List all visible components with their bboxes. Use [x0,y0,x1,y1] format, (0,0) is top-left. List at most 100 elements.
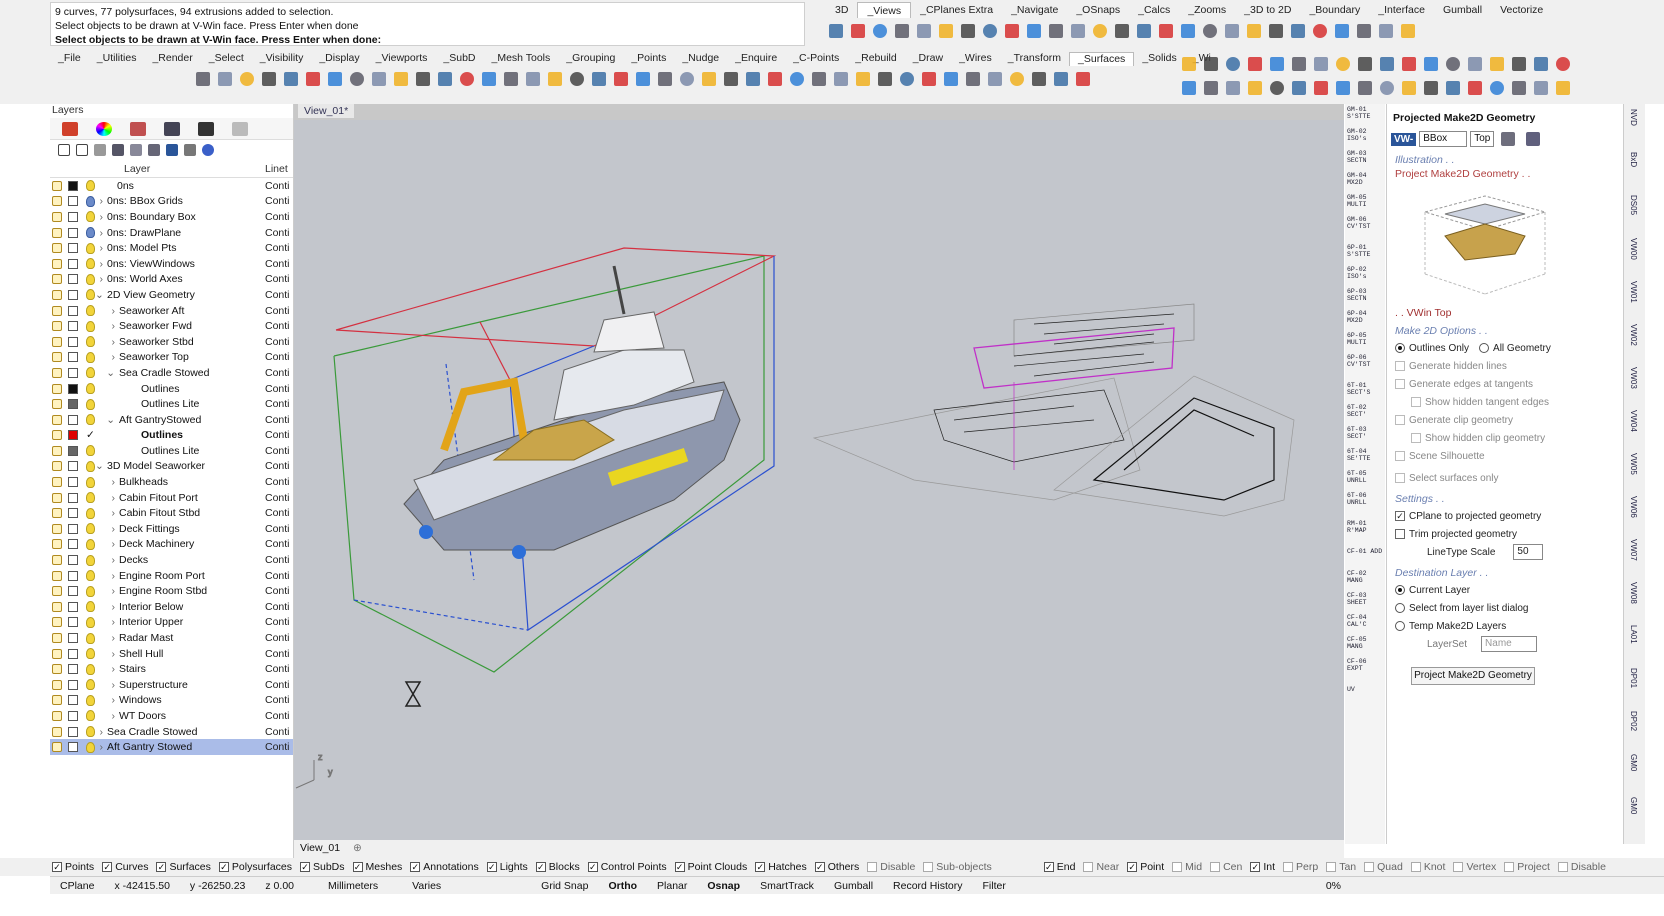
expand-chevron-icon[interactable]: › [95,492,119,504]
view-tool-icon[interactable] [1310,21,1330,41]
layer-color-swatch[interactable] [68,664,78,675]
tool-icon[interactable] [633,69,653,89]
tool-icon[interactable] [1509,78,1529,98]
visibility-bulb-icon[interactable] [86,679,95,691]
layer-row[interactable]: › Interior Upper Conti [50,615,293,631]
layer-column-label[interactable]: Layer [124,163,265,175]
osnap-checkbox[interactable] [1364,862,1375,872]
expand-chevron-icon[interactable]: › [95,570,119,582]
osnap-chip[interactable]: ✓ End [1043,861,1075,873]
workbench-tab[interactable]: _Boundary [1300,2,1369,18]
osnap-chip[interactable]: ✓ Points [52,861,94,873]
visibility-bulb-icon[interactable] [86,383,95,395]
trim-projected-checkbox[interactable] [1395,529,1405,539]
visibility-bulb-icon[interactable] [86,367,95,379]
layer-color-swatch[interactable] [68,601,78,612]
help-icon[interactable] [202,144,214,156]
menu-tab[interactable]: _Transform [1000,52,1069,66]
tool-icon[interactable] [985,69,1005,89]
layer-color-swatch[interactable] [68,508,78,519]
layer-row[interactable]: › Sea Cradle Stowed Conti [50,724,293,740]
show-hidden-tangent-checkbox[interactable] [1411,397,1421,407]
layer-linetype[interactable]: Conti [265,585,293,597]
macro-button[interactable]: 6T-03 SECT' [1347,426,1383,446]
view-tool-icon[interactable] [1354,21,1374,41]
tool-icon[interactable] [479,69,499,89]
visibility-bulb-icon[interactable] [86,554,95,566]
expand-chevron-icon[interactable]: › [95,507,119,519]
osnap-checkbox[interactable] [1504,862,1515,872]
osnap-chip[interactable]: Disable [867,861,915,873]
layer-linetype[interactable]: Conti [265,601,293,613]
tool-icon[interactable] [1531,54,1551,74]
view-strip-button[interactable]: DS05 [1629,195,1638,233]
layer-linetype[interactable]: Conti [265,336,293,348]
osnap-checkbox[interactable]: ✓ [755,862,766,872]
tool-icon[interactable] [193,69,213,89]
tool-icon[interactable] [1355,54,1375,74]
tool-icon[interactable] [853,69,873,89]
view-tool-icon[interactable] [1200,21,1220,41]
tool-icon[interactable] [457,69,477,89]
workbench-tab[interactable]: 3D [826,2,857,18]
tool-icon[interactable] [963,69,983,89]
menu-tab[interactable]: _Rebuild [847,52,904,66]
move-left-icon[interactable] [148,144,160,156]
expand-chevron-icon[interactable]: › [95,242,107,254]
layer-color-swatch[interactable] [68,726,78,737]
layer-linetype[interactable]: Conti [265,211,293,223]
lock-icon[interactable] [52,258,62,269]
macro-button[interactable]: CF-05 MANG [1347,636,1383,656]
osnap-checkbox[interactable]: ✓ [300,862,310,872]
tool-icon[interactable] [1311,54,1331,74]
visibility-bulb-icon[interactable] [86,398,95,410]
tool-icon[interactable] [677,69,697,89]
layer-color-swatch[interactable] [68,414,78,425]
view-strip-button[interactable]: VW08 [1629,582,1638,620]
tool-icon[interactable] [545,69,565,89]
layer-row[interactable]: › 0ns: ViewWindows Conti [50,256,293,272]
tool-icon[interactable] [897,69,917,89]
lock-icon[interactable] [52,414,62,425]
layer-row[interactable]: › 0ns: World Axes Conti [50,272,293,288]
macro-button[interactable]: CF-03 SHEET [1347,592,1383,612]
cplane-projected-checkbox[interactable]: ✓ [1395,511,1405,521]
view-strip-button[interactable]: NVD [1629,109,1638,147]
tool-icon[interactable] [237,69,257,89]
command-history[interactable]: 9 curves, 77 polysurfaces, 94 extrusions… [50,2,805,46]
macro-button[interactable]: GM-01 S'STTE [1347,106,1383,126]
view-tool-icon[interactable] [914,21,934,41]
view-strip-button[interactable]: VW01 [1629,281,1638,319]
tool-icon[interactable] [611,69,631,89]
osnap-chip[interactable]: Cen [1210,861,1242,873]
layer-color-swatch[interactable] [68,492,78,503]
osnap-chip[interactable]: ✓ Hatches [755,861,807,873]
menu-tab[interactable]: _Wires [951,52,1000,66]
osnap-chip[interactable]: ✓ Others [814,861,859,873]
layer-color-swatch[interactable] [68,211,78,222]
layer-color-swatch[interactable] [68,539,78,550]
visibility-bulb-icon[interactable] [86,273,95,285]
view-strip-button[interactable]: VW05 [1629,453,1638,491]
tool-icon[interactable] [1289,78,1309,98]
layer-row[interactable]: › Deck Fittings Conti [50,521,293,537]
menu-tab[interactable]: _Mesh Tools [484,52,559,66]
layer-linetype[interactable]: Conti [265,460,293,472]
osnap-chip[interactable]: Mid [1172,861,1202,873]
view-strip-button[interactable]: BxD [1629,152,1638,190]
osnap-chip[interactable]: Near [1083,861,1119,873]
osnap-chip[interactable]: ✓ Point [1127,861,1164,873]
tool-icon[interactable] [1245,54,1265,74]
view-tool-icon[interactable] [892,21,912,41]
visibility-bulb-icon[interactable] [86,242,95,254]
view-tool-icon[interactable] [1398,21,1418,41]
view-strip-button[interactable]: VW04 [1629,410,1638,448]
lock-icon[interactable] [52,601,62,612]
expand-chevron-icon[interactable]: › [95,726,107,738]
layer-color-swatch[interactable] [68,399,78,410]
macro-button[interactable]: GM-05 MULTI [1347,194,1383,214]
osnap-checkbox[interactable]: ✓ [486,862,497,872]
view-tool-icon[interactable] [1134,21,1154,41]
layer-color-swatch[interactable] [68,336,78,347]
record-history-toggle[interactable]: Record History [883,880,972,892]
